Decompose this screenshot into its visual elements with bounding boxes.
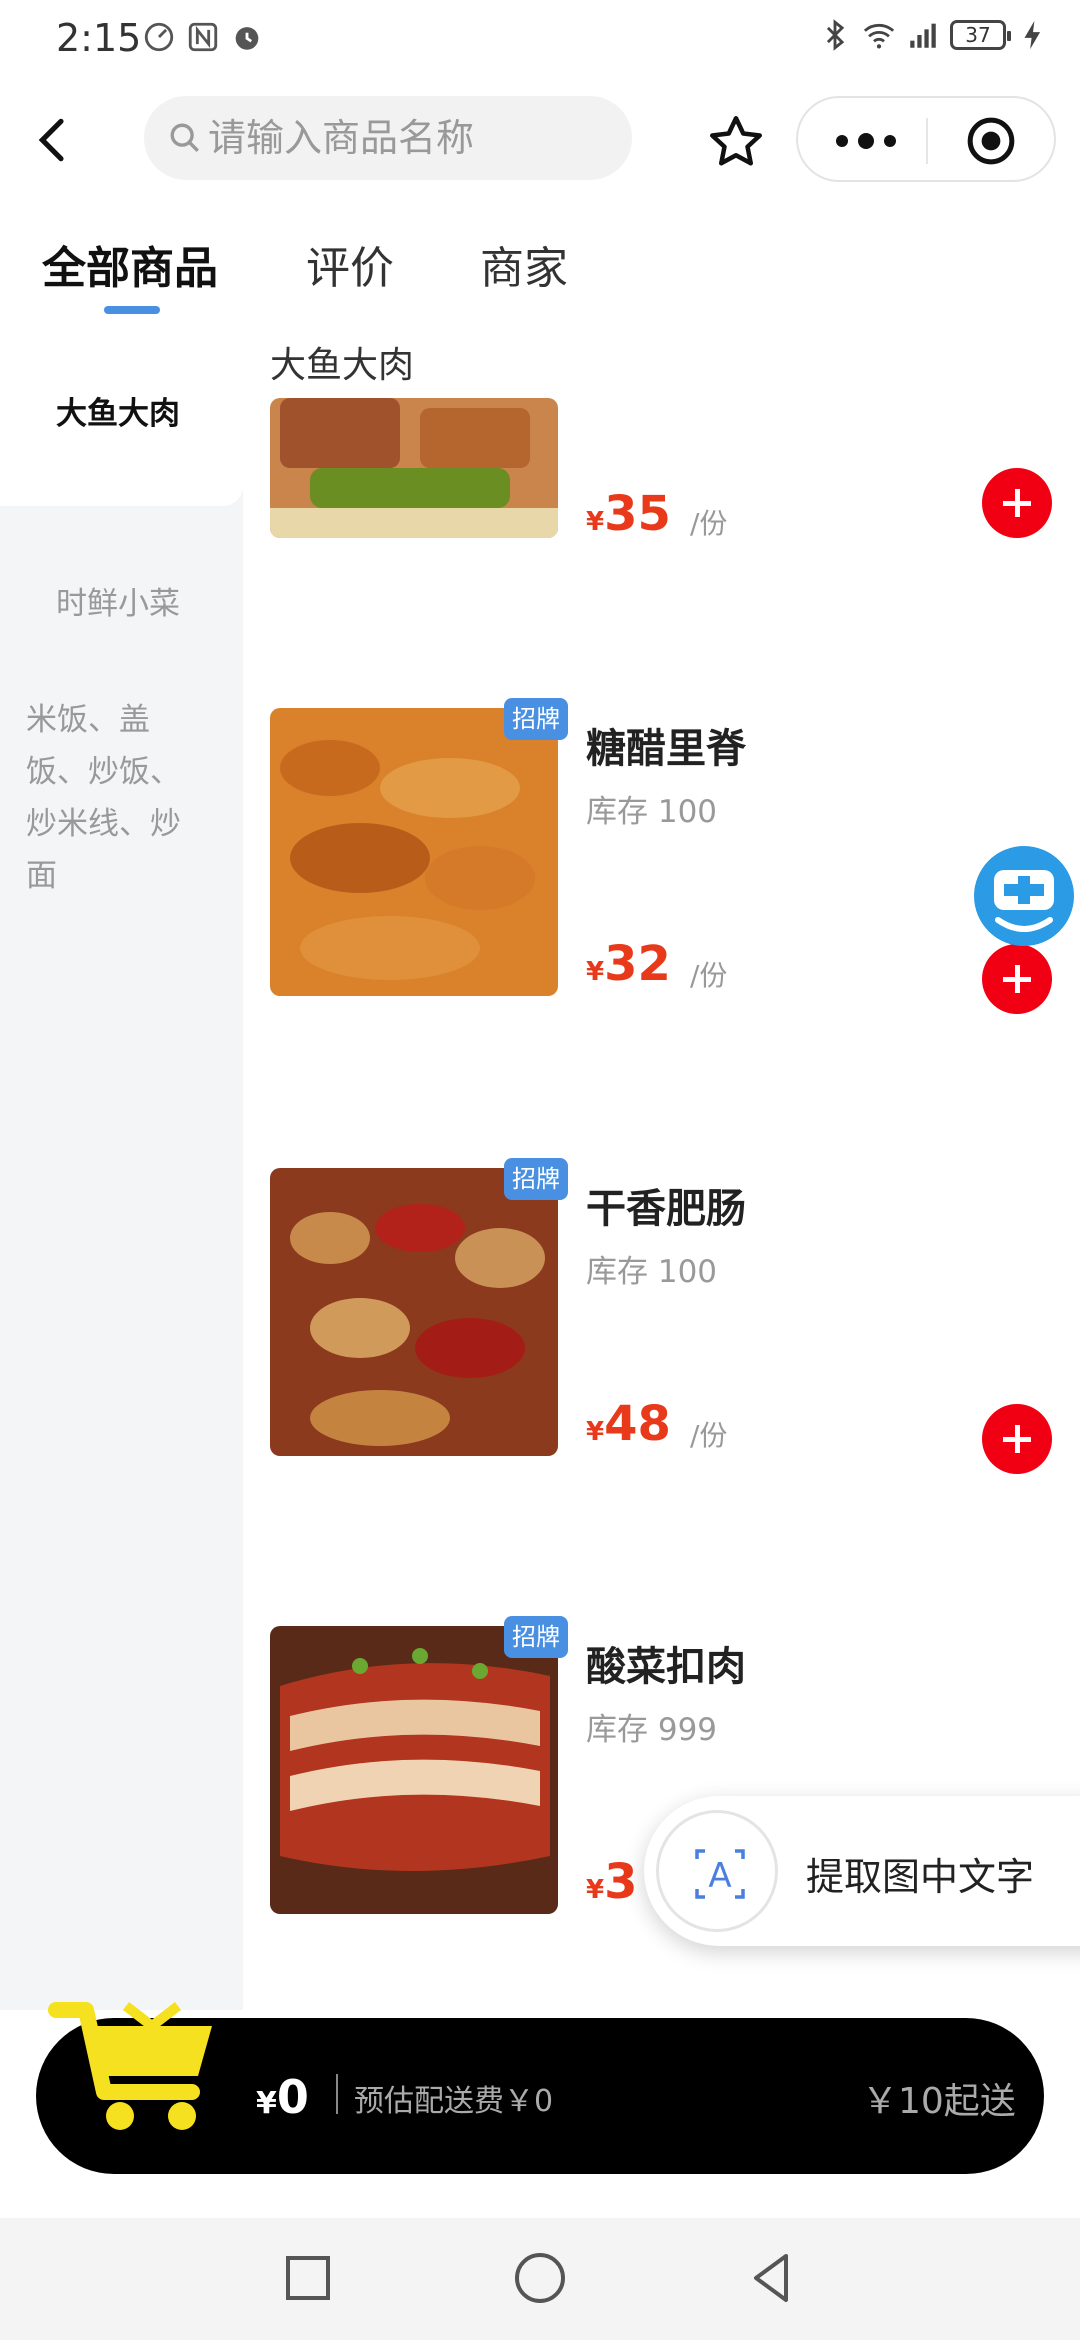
search-input[interactable] [208,116,628,160]
product-price: 3 [604,1854,638,1910]
tab-active-indicator [104,306,160,314]
product-stock: 库存 999 [586,1712,718,1748]
product-card[interactable]: 招牌 干香肥肠 库存 100 ¥48 /份 [270,1158,1060,1474]
back-icon[interactable] [26,112,82,168]
section-title: 大鱼大肉 [270,345,415,386]
product-unit: /份 [690,959,728,992]
product-image[interactable] [270,708,558,996]
product-name: 糖醋里脊 [586,726,746,772]
product-unit: /份 [690,507,728,540]
product-unit: /份 [690,1419,728,1452]
product-price: 48 [604,1396,671,1452]
signature-badge: 招牌 [504,1158,568,1200]
home-circle-icon[interactable] [510,2248,570,2308]
speed-icon [144,22,174,52]
nfc-icon [188,22,218,52]
back-triangle-icon[interactable] [742,2248,802,2308]
product-image[interactable] [270,398,558,538]
product-name: 干香肥肠 [586,1186,746,1232]
category-label: 时鲜小菜 [56,586,180,622]
search-icon [170,123,199,152]
more-dots-icon[interactable] [826,120,906,162]
category-sidebar: 大鱼大肉 时鲜小菜 米饭、盖 饭、炒饭、 炒米线、炒 面 [0,330,243,2010]
tab-bar: 全部商品 评价 商家 [0,224,1080,324]
product-card[interactable]: 招牌 糖醋里脊 库存 100 ¥32 /份 [270,698,1060,1014]
wifi-icon [863,23,895,49]
recents-square-icon[interactable] [278,2248,338,2308]
search-box[interactable] [144,96,632,180]
signature-badge: 招牌 [504,1616,568,1658]
delivery-fee: 预估配送费￥0 [354,2084,554,2119]
tab-merchant[interactable]: 商家 [480,232,568,296]
charging-icon [1024,20,1041,50]
product-stock: 库存 100 [586,1254,718,1290]
status-bar: 2:15 37 [0,0,1080,80]
shopping-cart-icon[interactable] [42,1996,222,2136]
category-item-meat[interactable]: 大鱼大肉 [0,330,243,506]
battery-indicator: 37 [950,20,1011,50]
product-image[interactable] [270,1168,558,1456]
add-to-cart-button[interactable] [982,468,1052,538]
add-to-cart-button[interactable] [982,944,1052,1014]
tab-all-products[interactable]: 全部商品 [42,232,218,296]
floating-assistant-icon[interactable] [968,840,1080,952]
product-price: 32 [604,936,671,992]
nav-bar [0,90,1080,190]
status-time: 2:15 [56,16,142,60]
product-price: 35 [604,486,671,542]
close-miniapp-icon[interactable] [966,116,1016,166]
system-nav-bar [0,2218,1080,2340]
product-image[interactable] [270,1626,558,1914]
product-stock: 库存 100 [586,794,718,830]
cart-total: ¥0 [256,2070,309,2124]
mini-program-capsule [796,96,1056,182]
minimum-order: ￥10起送 [862,2081,1016,2122]
alarm-icon [235,27,259,50]
favorite-star-icon[interactable] [706,112,766,172]
product-name: 酸菜扣肉 [586,1644,746,1690]
category-label: 大鱼大肉 [56,396,180,432]
signal-icon [910,23,936,48]
svg-text:A: A [708,1856,731,1896]
signature-badge: 招牌 [504,698,568,740]
tab-reviews[interactable]: 评价 [306,232,394,296]
ocr-extract-popup[interactable]: A 提取图中文字 [644,1796,1080,1946]
text-scan-icon: A [695,1849,745,1899]
add-to-cart-button[interactable] [982,1404,1052,1474]
product-card[interactable]: ¥35 /份 [270,398,1060,542]
ocr-label: 提取图中文字 [806,1855,1035,1899]
bluetooth-icon [826,19,845,51]
